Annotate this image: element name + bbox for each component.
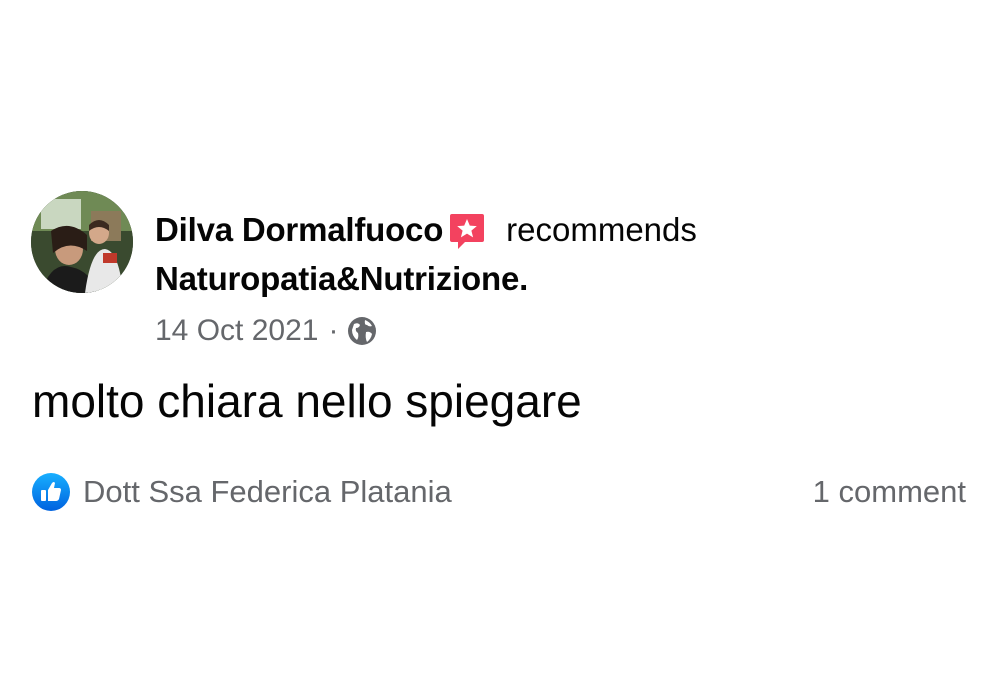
like-thumb-icon [31,472,71,512]
post-text: molto chiara nello spiegare [32,375,582,427]
avatar[interactable] [31,191,133,293]
page-name-link[interactable]: Naturopatia&Nutrizione. [155,260,528,298]
reactions-summary[interactable]: Dott Ssa Federica Platania [31,470,452,514]
avatar-photo [31,191,133,293]
globe-icon[interactable] [346,315,378,347]
star-speech-bubble-icon [448,212,486,250]
reactor-name: Dott Ssa Federica Platania [83,474,452,509]
post-header: Dilva Dormalfuoco recommends [155,209,697,251]
post-meta: 14 Oct 2021 · [155,311,378,351]
recommends-label: recommends [506,211,697,248]
author-name[interactable]: Dilva Dormalfuoco [155,211,443,249]
comment-count-link[interactable]: 1 comment [813,470,966,514]
meta-separator: · [328,314,339,347]
post-card: Dilva Dormalfuoco recommends Naturopatia… [0,0,1000,700]
post-date[interactable]: 14 Oct 2021 [155,314,318,348]
